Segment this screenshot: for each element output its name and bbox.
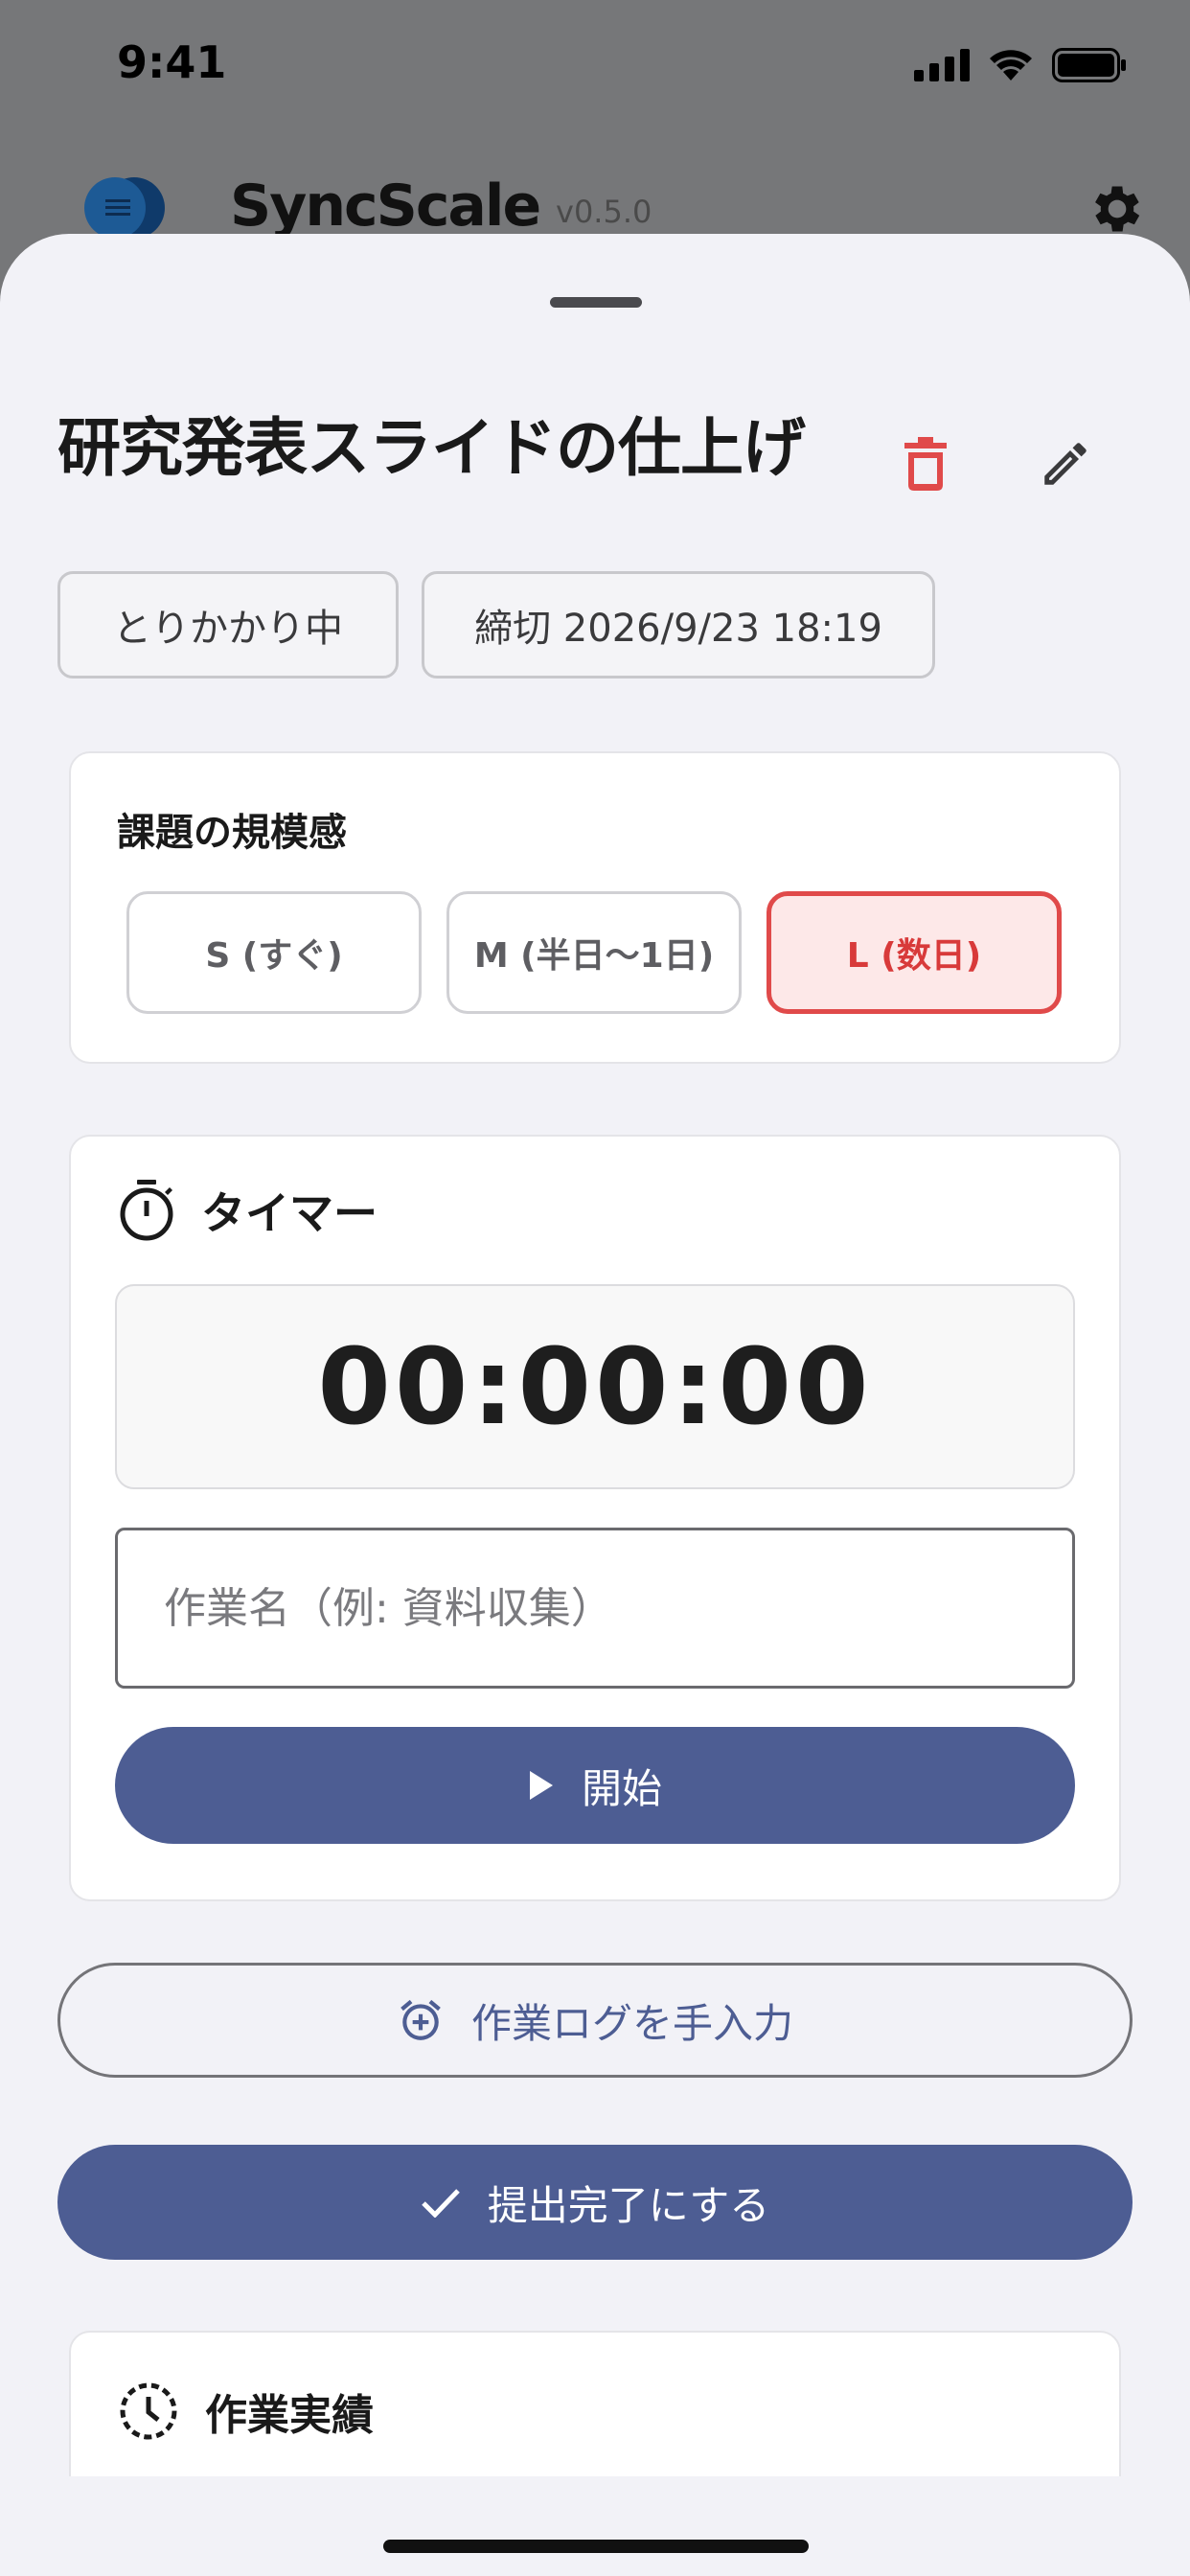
size-l-button[interactable]: L (数日): [767, 891, 1062, 1014]
timer-card: タイマー 00:00:00 開始: [69, 1135, 1121, 1901]
status-icons: [914, 48, 1127, 82]
history-label: 作業実績: [205, 2391, 374, 2440]
timer-display: 00:00:00: [115, 1284, 1075, 1489]
play-icon: [529, 1771, 553, 1800]
signal-icon: [914, 49, 970, 81]
scale-label: 課題の規模感: [117, 811, 347, 855]
gear-icon[interactable]: [1087, 178, 1148, 240]
delete-button[interactable]: [891, 426, 960, 502]
manual-log-button[interactable]: 作業ログを手入力: [57, 1963, 1133, 2078]
status-chip[interactable]: とりかかり中: [57, 571, 399, 678]
sheet-bottom-area: [0, 2476, 1190, 2576]
timer-header: タイマー: [119, 1179, 378, 1242]
edit-button[interactable]: [1027, 426, 1104, 502]
start-button[interactable]: 開始: [115, 1727, 1075, 1844]
sheet-grabber[interactable]: [550, 297, 642, 308]
task-name-input[interactable]: [115, 1528, 1075, 1689]
timer-label: タイマー: [201, 1187, 378, 1239]
app-name: SyncScale: [230, 172, 541, 240]
scale-card: 課題の規模感 S (すぐ) M (半日〜1日) L (数日): [69, 751, 1121, 1064]
pencil-icon: [1044, 443, 1087, 485]
submit-label: 提出完了にする: [487, 2182, 770, 2228]
menu-icon[interactable]: [82, 176, 171, 240]
alarm-add-icon: [400, 1999, 441, 2040]
status-bar: 9:41: [0, 0, 1190, 129]
stopwatch-icon: [120, 1180, 173, 1241]
task-title: 研究発表スライドの仕上げ: [57, 411, 806, 485]
start-label: 開始: [581, 1765, 662, 1811]
status-time: 9:41: [117, 36, 227, 88]
app-version: v0.5.0: [556, 194, 652, 230]
manual-log-label: 作業ログを手入力: [470, 2000, 793, 2046]
history-header: 作業実績: [119, 2380, 374, 2442]
history-icon: [120, 2382, 177, 2440]
trash-icon: [904, 437, 947, 491]
task-detail-sheet: 研究発表スライドの仕上げ とりかかり中 締切 2026/9/23 18:19 課…: [0, 234, 1190, 2576]
check-icon: [422, 2189, 460, 2218]
size-m-button[interactable]: M (半日〜1日): [446, 891, 742, 1014]
battery-icon: [1052, 48, 1126, 82]
deadline-chip[interactable]: 締切 2026/9/23 18:19: [422, 571, 935, 678]
wifi-icon: [990, 50, 1032, 80]
submit-complete-button[interactable]: 提出完了にする: [57, 2145, 1133, 2260]
size-s-button[interactable]: S (すぐ): [126, 891, 422, 1014]
home-indicator[interactable]: [383, 2540, 809, 2553]
